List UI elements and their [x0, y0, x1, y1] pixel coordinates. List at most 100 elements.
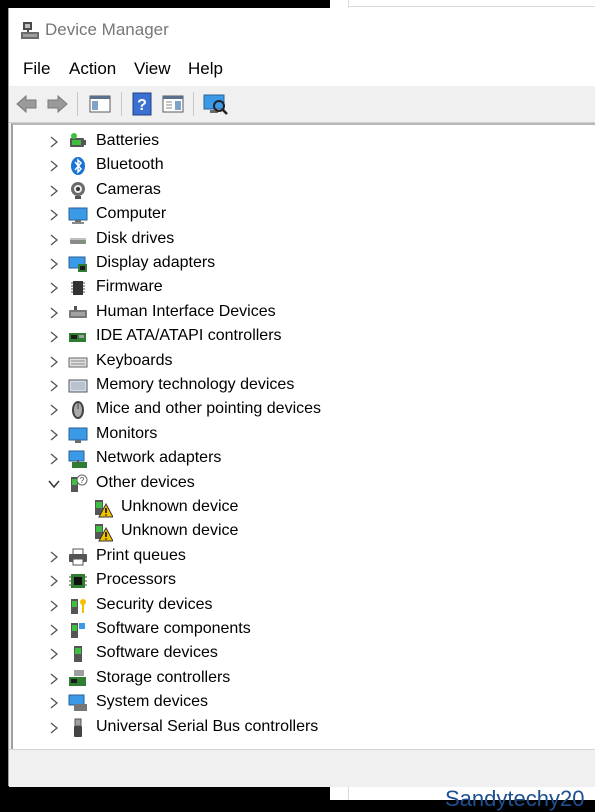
- chevron-right-icon[interactable]: [47, 159, 61, 173]
- back-arrow-icon[interactable]: [14, 91, 40, 117]
- tree-category-item[interactable]: Human Interface Devices: [13, 301, 593, 325]
- chevron-right-icon[interactable]: [47, 403, 61, 417]
- tree-item-label: Computer: [96, 205, 167, 223]
- tree-item-label: Software components: [96, 620, 251, 637]
- device-tree: Batteries Bluetooth Cameras Computer Disk dr…: [11, 123, 595, 749]
- chevron-right-icon[interactable]: [47, 623, 61, 637]
- chevron-right-icon[interactable]: [47, 721, 61, 735]
- tree-item-label: Bluetooth: [96, 156, 164, 174]
- firmware-chip-icon: [68, 278, 88, 298]
- help-icon[interactable]: ?: [129, 91, 155, 117]
- tree-item-label: Firmware: [96, 278, 163, 296]
- tree-category-item[interactable]: Software components: [13, 618, 593, 642]
- mouse-icon: [68, 400, 88, 420]
- tree-category-item[interactable]: System devices: [13, 691, 593, 715]
- forward-arrow-icon[interactable]: [44, 91, 70, 117]
- tree-item-label: Mice and other pointing devices: [96, 400, 322, 418]
- tree-category-item[interactable]: Storage controllers: [13, 667, 593, 691]
- chevron-right-icon[interactable]: [47, 281, 61, 295]
- chevron-right-icon[interactable]: [47, 257, 61, 271]
- tree-item-label: Other devices: [96, 473, 195, 491]
- menu-action[interactable]: Action: [69, 59, 116, 79]
- menu-file[interactable]: File: [23, 59, 50, 79]
- properties-pane-icon[interactable]: [160, 91, 186, 117]
- keyboard-icon: [68, 352, 88, 372]
- tree-category-item[interactable]: Cameras: [13, 179, 593, 203]
- tree-item-label: Unknown device: [121, 498, 239, 515]
- chevron-right-icon[interactable]: [47, 428, 61, 442]
- chevron-right-icon[interactable]: [47, 330, 61, 344]
- window-title: Device Manager: [45, 20, 169, 39]
- chevron-right-icon[interactable]: [47, 647, 61, 661]
- svg-text:?: ?: [137, 97, 147, 114]
- show-hide-console-tree-icon[interactable]: [87, 91, 113, 117]
- security-device-icon: [68, 596, 88, 616]
- scan-hardware-changes-icon[interactable]: [202, 91, 228, 117]
- tree-category-item[interactable]: Bluetooth: [13, 154, 593, 178]
- tree-category-item[interactable]: Disk drives: [13, 228, 593, 252]
- chevron-down-icon[interactable]: [47, 477, 61, 491]
- chevron-right-icon[interactable]: [47, 184, 61, 198]
- tree-category-item[interactable]: Keyboards: [13, 350, 593, 374]
- tree-item-label: Memory technology devices: [96, 376, 295, 393]
- menu-view[interactable]: View: [134, 59, 171, 79]
- chevron-right-icon[interactable]: [47, 599, 61, 613]
- computer-icon: [68, 205, 88, 225]
- storage-controller-icon: [68, 669, 88, 689]
- printer-icon: [68, 547, 88, 567]
- chevron-right-icon[interactable]: [47, 306, 61, 320]
- tree-item-label: Monitors: [96, 424, 158, 442]
- ide-controller-icon: [68, 327, 88, 347]
- unknown-device-warning-icon: [93, 522, 114, 542]
- device-manager-app-icon: [20, 21, 40, 41]
- tree-category-item[interactable]: Mice and other pointing devices: [13, 398, 593, 422]
- menu-bar: File Action View Help: [9, 52, 595, 86]
- tree-item-label: Security devices: [96, 595, 213, 613]
- tree-item-label: Processors: [96, 571, 177, 589]
- device-manager-window: Device Manager File Action View Help ? B…: [8, 8, 595, 787]
- chevron-right-icon[interactable]: [47, 379, 61, 393]
- tree-category-item[interactable]: Computer: [13, 203, 593, 227]
- tree-item-label: Print queues: [96, 546, 186, 564]
- chevron-right-icon[interactable]: [47, 550, 61, 564]
- tree-item-label: Storage controllers: [96, 668, 231, 686]
- chevron-right-icon[interactable]: [47, 696, 61, 710]
- tree-category-item[interactable]: ? Other devices: [13, 472, 593, 496]
- processor-icon: [68, 571, 88, 591]
- chevron-right-icon[interactable]: [47, 208, 61, 222]
- title-bar: Device Manager: [9, 8, 595, 52]
- chevron-right-icon[interactable]: [47, 574, 61, 588]
- chevron-right-icon[interactable]: [47, 233, 61, 247]
- tree-item-label: Network adapters: [96, 449, 222, 467]
- tree-category-item[interactable]: Memory technology devices: [13, 374, 593, 398]
- tree-category-item[interactable]: Monitors: [13, 423, 593, 447]
- system-devices-icon: [68, 693, 88, 713]
- display-adapter-icon: [68, 254, 88, 274]
- tree-category-item[interactable]: IDE ATA/ATAPI controllers: [13, 325, 593, 349]
- software-component-icon: [68, 620, 88, 640]
- tree-category-item[interactable]: Display adapters: [13, 252, 593, 276]
- svg-text:?: ?: [80, 476, 85, 485]
- tree-child-item[interactable]: Unknown device: [13, 496, 593, 520]
- tree-category-item[interactable]: Network adapters: [13, 447, 593, 471]
- battery-icon: [68, 132, 88, 152]
- tree-item-label: Unknown device: [121, 522, 239, 540]
- tree-category-item[interactable]: Firmware: [13, 276, 593, 300]
- chevron-right-icon[interactable]: [47, 135, 61, 149]
- chevron-right-icon[interactable]: [47, 672, 61, 686]
- tree-category-item[interactable]: Security devices: [13, 594, 593, 618]
- menu-help[interactable]: Help: [188, 59, 223, 79]
- tree-child-item[interactable]: Unknown device: [13, 520, 593, 544]
- camera-icon: [68, 181, 88, 201]
- chevron-right-icon[interactable]: [47, 355, 61, 369]
- chevron-right-icon[interactable]: [47, 452, 61, 466]
- bluetooth-icon: [68, 156, 88, 176]
- tree-item-label: Keyboards: [96, 351, 173, 369]
- software-device-icon: [68, 644, 88, 664]
- tree-category-item[interactable]: Universal Serial Bus controllers: [13, 716, 593, 740]
- tree-category-item[interactable]: Software devices: [13, 642, 593, 666]
- tree-category-item[interactable]: Processors: [13, 569, 593, 593]
- tree-item-label: Human Interface Devices: [96, 302, 276, 320]
- tree-category-item[interactable]: Batteries: [13, 130, 593, 154]
- tree-category-item[interactable]: Print queues: [13, 545, 593, 569]
